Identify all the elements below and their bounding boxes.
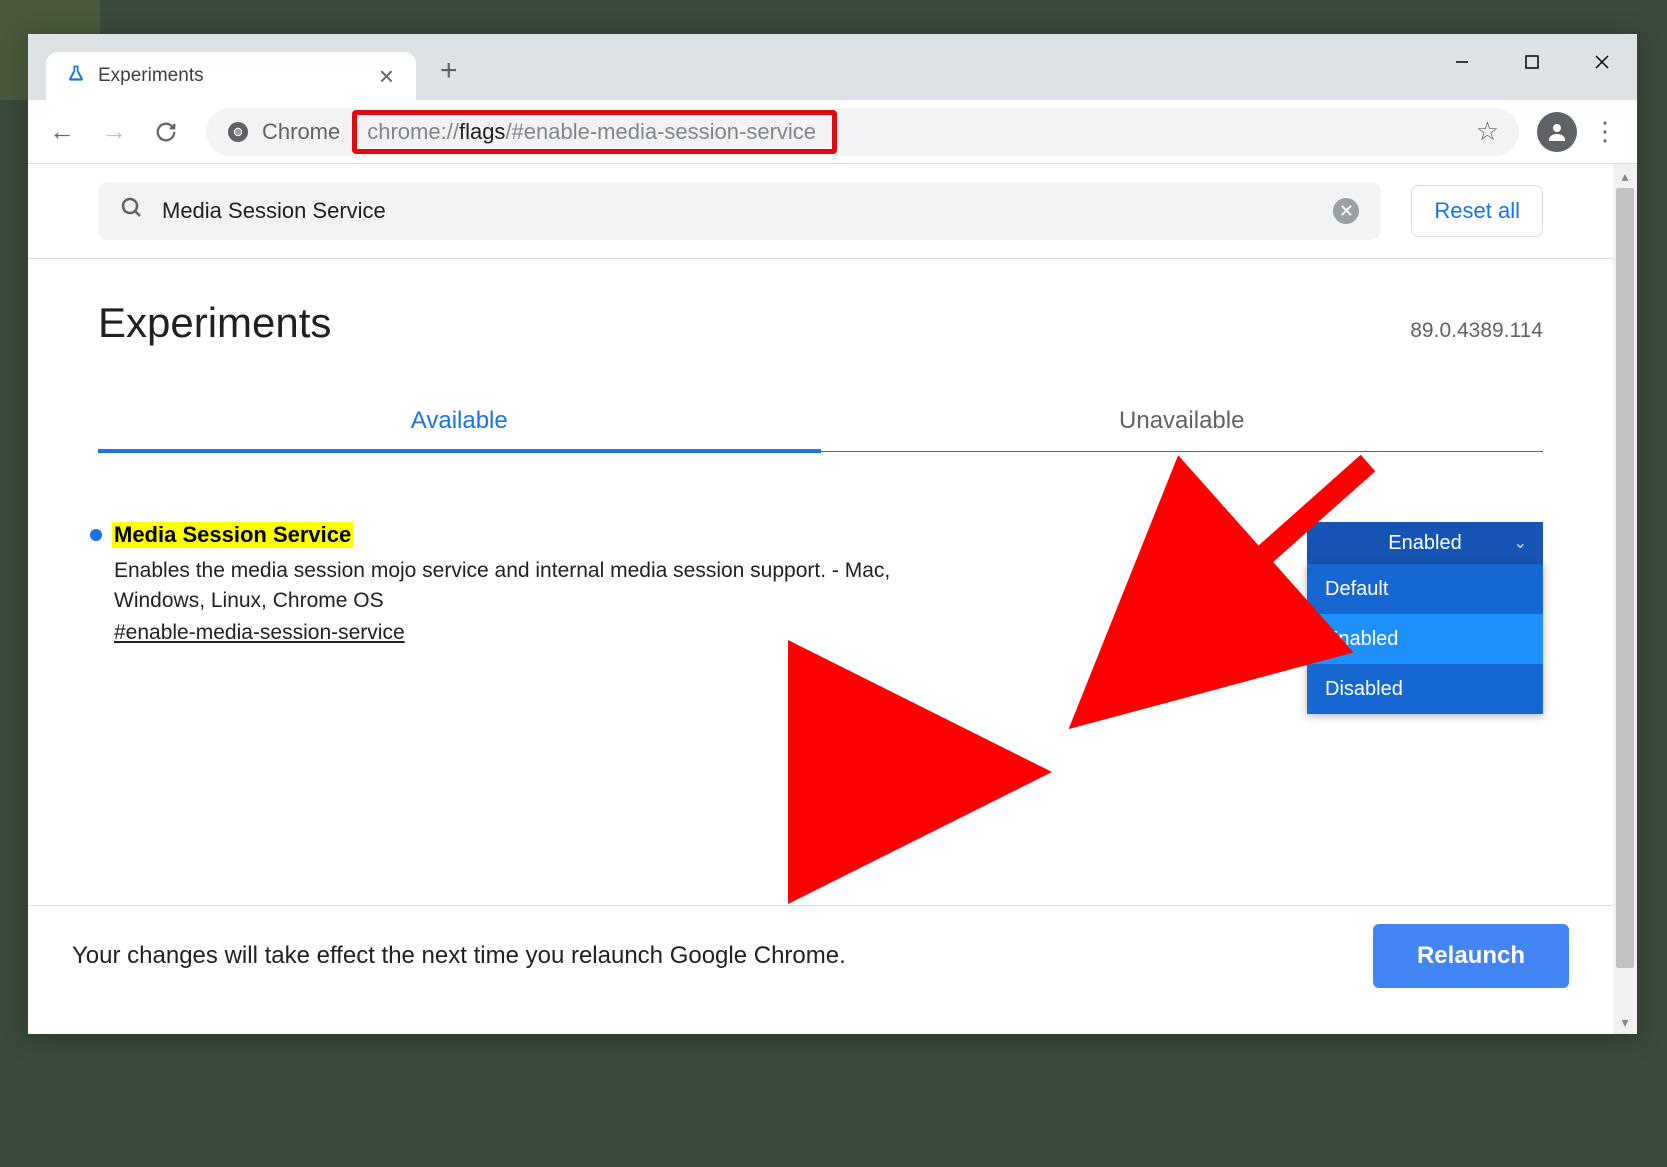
flag-select-dropdown: Default Enabled Disabled [1307, 564, 1543, 714]
page-title: Experiments [98, 299, 331, 347]
chrome-icon [226, 120, 250, 144]
search-icon [120, 196, 144, 227]
scroll-thumb[interactable] [1616, 188, 1634, 968]
forward-button[interactable]: → [92, 110, 136, 154]
url-host: flags [459, 119, 505, 144]
url-path: /#enable-media-session-service [505, 119, 816, 144]
new-tab-button[interactable]: + [440, 54, 458, 88]
flag-select-value: Enabled [1388, 532, 1461, 555]
url-scheme: chrome:// [367, 119, 459, 144]
scroll-down-icon[interactable]: ▾ [1613, 1010, 1637, 1034]
tab-title: Experiments [98, 65, 361, 87]
flag-entry: Media Session Service Enables the media … [28, 452, 1613, 675]
title-bar: Experiments × + [28, 34, 1637, 100]
scroll-up-icon[interactable]: ▴ [1613, 164, 1637, 188]
option-disabled[interactable]: Disabled [1307, 664, 1543, 714]
option-enabled[interactable]: Enabled [1307, 614, 1543, 664]
relaunch-button[interactable]: Relaunch [1373, 924, 1569, 988]
profile-avatar[interactable] [1537, 112, 1577, 152]
chrome-version: 89.0.4389.114 [1410, 319, 1543, 343]
close-tab-icon[interactable]: × [373, 61, 400, 92]
modified-indicator-dot [90, 529, 102, 541]
flask-icon [66, 64, 86, 89]
maximize-button[interactable] [1497, 34, 1567, 90]
close-window-button[interactable] [1567, 34, 1637, 90]
flags-search-input[interactable] [162, 198, 1315, 224]
flag-anchor-link[interactable]: #enable-media-session-service [114, 621, 405, 645]
flags-search-box[interactable]: ✕ [98, 182, 1381, 240]
vertical-scrollbar[interactable]: ▴ ▾ [1613, 164, 1637, 1034]
flag-status-select[interactable]: Enabled ⌄ [1307, 522, 1543, 564]
option-default[interactable]: Default [1307, 564, 1543, 614]
toolbar: ← → Chrome chrome://flags/#enable-media-… [28, 100, 1637, 164]
menu-button[interactable]: ⋮ [1585, 116, 1625, 147]
reload-button[interactable] [144, 110, 188, 154]
back-button[interactable]: ← [40, 110, 84, 154]
clear-search-icon[interactable]: ✕ [1333, 198, 1359, 224]
tab-unavailable[interactable]: Unavailable [821, 407, 1544, 451]
minimize-button[interactable] [1427, 34, 1497, 90]
browser-tab[interactable]: Experiments × [46, 52, 416, 100]
tab-available[interactable]: Available [98, 407, 821, 451]
address-bar[interactable]: Chrome chrome://flags/#enable-media-sess… [206, 108, 1519, 156]
bookmark-star-icon[interactable]: ☆ [1476, 116, 1499, 147]
flags-tabs: Available Unavailable [98, 407, 1543, 452]
reset-all-button[interactable]: Reset all [1411, 185, 1543, 237]
relaunch-message: Your changes will take effect the next t… [72, 942, 846, 970]
relaunch-bar: Your changes will take effect the next t… [28, 905, 1613, 1006]
chevron-down-icon: ⌄ [1514, 533, 1527, 553]
page-content: ✕ Reset all Experiments 89.0.4389.114 Av… [28, 164, 1637, 1034]
url-product-label: Chrome [262, 119, 340, 145]
flag-description: Enables the media session mojo service a… [114, 556, 894, 617]
flag-title: Media Session Service [112, 522, 353, 548]
window-controls [1427, 34, 1637, 90]
browser-window: Experiments × + ← → Chrome chrome://flag… [28, 34, 1637, 1034]
url-highlight-annotation: chrome://flags/#enable-media-session-ser… [352, 110, 837, 154]
